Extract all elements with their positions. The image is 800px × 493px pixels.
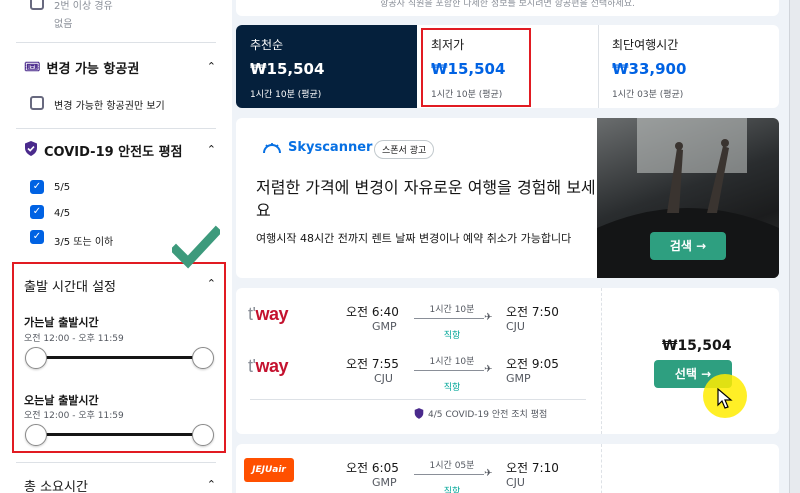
cheapest-tab-highlight-box <box>421 28 531 107</box>
ad-brand: Skyscanner <box>288 140 373 155</box>
covid-5-checkbox[interactable]: ✓ <box>30 180 44 194</box>
covid-section-header[interactable]: COVID-19 안전도 평점 <box>24 141 183 160</box>
top-notice: 항공사 직원을 포함한 다세한 정보를 보시려면 항공편을 선택하세요. <box>236 0 779 16</box>
stops-label: 직항 <box>443 383 461 393</box>
departure-airport: GMP <box>372 476 397 489</box>
arrival-time: 오전 7:50 <box>506 305 559 319</box>
changeable-title: 변경 가능 항공권 <box>46 62 140 77</box>
chevron-up-icon[interactable]: ⌃ <box>207 478 216 491</box>
checkmark-annotation-icon <box>172 225 220 269</box>
flight-duration: 1시간 05분 <box>429 461 475 471</box>
plane-icon: ✈ <box>484 364 493 375</box>
tab-recommended[interactable]: 추천순 ₩15,504 1시간 10분 (평균) <box>236 25 417 108</box>
tway-logo: t'way <box>248 356 288 376</box>
duration-title: 총 소요시간 <box>24 480 88 493</box>
flight-result-card[interactable]: t'way 오전 6:40 GMP 1시간 10분 ✈ 직항 오전 7:50 C… <box>236 288 779 434</box>
flight-duration: 1시간 10분 <box>429 357 475 367</box>
flight-leg-outbound: t'way 오전 6:40 GMP 1시간 10분 ✈ 직항 오전 7:50 C… <box>236 296 601 342</box>
stops-2plus-sub: 없음 <box>54 19 73 30</box>
covid-3-label: 3/5 또는 이하 <box>54 237 114 248</box>
stops-label: 직항 <box>443 331 461 341</box>
sponsored-ad[interactable]: Skyscanner 스폰서 광고 저렴한 가격에 변경이 자유로운 여행을 경… <box>236 118 779 278</box>
mouse-pointer-icon <box>717 388 733 409</box>
tab-duration: 1시간 03분 (평균) <box>612 90 684 100</box>
covid-4-checkbox[interactable]: ✓ <box>30 205 44 219</box>
flight-duration: 1시간 10분 <box>429 305 475 315</box>
covid-3-checkbox[interactable]: ✓ <box>30 230 44 244</box>
sunrise-icon <box>263 142 281 153</box>
ad-description: 여행시작 48시간 전까지 렌트 날짜 변경이나 예약 취소가 가능합니다 <box>256 232 572 245</box>
changeable-only-checkbox[interactable] <box>30 96 44 110</box>
plane-icon: ✈ <box>484 312 493 323</box>
tab-price: ₩33,900 <box>612 60 687 78</box>
changeable-only-label: 변경 가능한 항공권만 보기 <box>54 101 165 112</box>
covid-5-label: 5/5 <box>54 182 71 193</box>
stops-2plus-checkbox[interactable] <box>30 0 44 10</box>
stops-label: 직항 <box>443 487 461 493</box>
jejuair-logo: JEJUair <box>244 458 294 482</box>
ad-search-button[interactable]: 검색 → <box>650 232 726 260</box>
tab-price: ₩15,504 <box>250 60 325 78</box>
departure-time: 오전 6:40 <box>346 305 399 319</box>
sponsored-badge: 스폰서 광고 <box>374 140 435 159</box>
changeable-section-header[interactable]: 🎟 변경 가능 항공권 <box>24 58 139 77</box>
shield-icon <box>414 408 424 419</box>
covid-rating-note: 4/5 COVID-19 안전 조치 평점 <box>414 407 547 420</box>
arrival-time: 오전 7:10 <box>506 461 559 475</box>
skyscanner-logo: Skyscanner <box>262 140 372 155</box>
plane-icon: ✈ <box>484 468 493 479</box>
arrival-airport: GMP <box>506 372 531 385</box>
covid-4-label: 4/5 <box>54 208 71 219</box>
chevron-up-icon[interactable]: ⌃ <box>207 143 216 156</box>
departure-time-highlight-box <box>12 262 226 453</box>
stops-2plus-label: 2번 이상 경유 <box>54 1 113 12</box>
tway-logo: t'way <box>248 304 288 324</box>
tab-fastest[interactable]: 최단여행시간 ₩33,900 1시간 03분 (평균) <box>598 25 779 108</box>
price-panel: ₩15,504 선택 → <box>601 288 779 434</box>
arrival-time: 오전 9:05 <box>506 357 559 371</box>
flight-price: ₩15,504 <box>662 338 732 354</box>
departure-time: 오전 6:05 <box>346 461 399 475</box>
arrival-airport: CJU <box>506 320 525 333</box>
arrival-airport: CJU <box>506 476 525 489</box>
shield-icon <box>24 141 38 160</box>
chevron-up-icon[interactable]: ⌃ <box>207 60 216 73</box>
price-panel <box>601 444 779 493</box>
covid-rating-text: 4/5 COVID-19 안전 조치 평점 <box>428 410 548 420</box>
tab-label: 추천순 <box>250 38 284 52</box>
covid-title: COVID-19 안전도 평점 <box>44 145 183 160</box>
ad-title: 저렴한 가격에 변경이 자유로운 여행을 경험해 보세요 <box>256 178 596 220</box>
flight-result-card[interactable]: JEJUair 오전 6:05 GMP 1시간 05분 ✈ 직항 오전 7:10… <box>236 444 779 493</box>
departure-airport: CJU <box>374 372 393 385</box>
departure-airport: GMP <box>372 320 397 333</box>
departure-time: 오전 7:55 <box>346 357 399 371</box>
tab-label: 최단여행시간 <box>612 38 679 52</box>
tab-duration: 1시간 10분 (평균) <box>250 90 322 100</box>
ticket-icon: 🎟 <box>24 60 41 75</box>
flight-leg-return: t'way 오전 7:55 CJU 1시간 10분 ✈ 직항 오전 9:05 G… <box>236 348 601 394</box>
duration-section-header[interactable]: 총 소요시간 <box>24 476 88 493</box>
scrollbar[interactable] <box>789 0 800 493</box>
flight-leg-outbound: JEJUair 오전 6:05 GMP 1시간 05분 ✈ 직항 오전 7:10… <box>236 452 601 493</box>
